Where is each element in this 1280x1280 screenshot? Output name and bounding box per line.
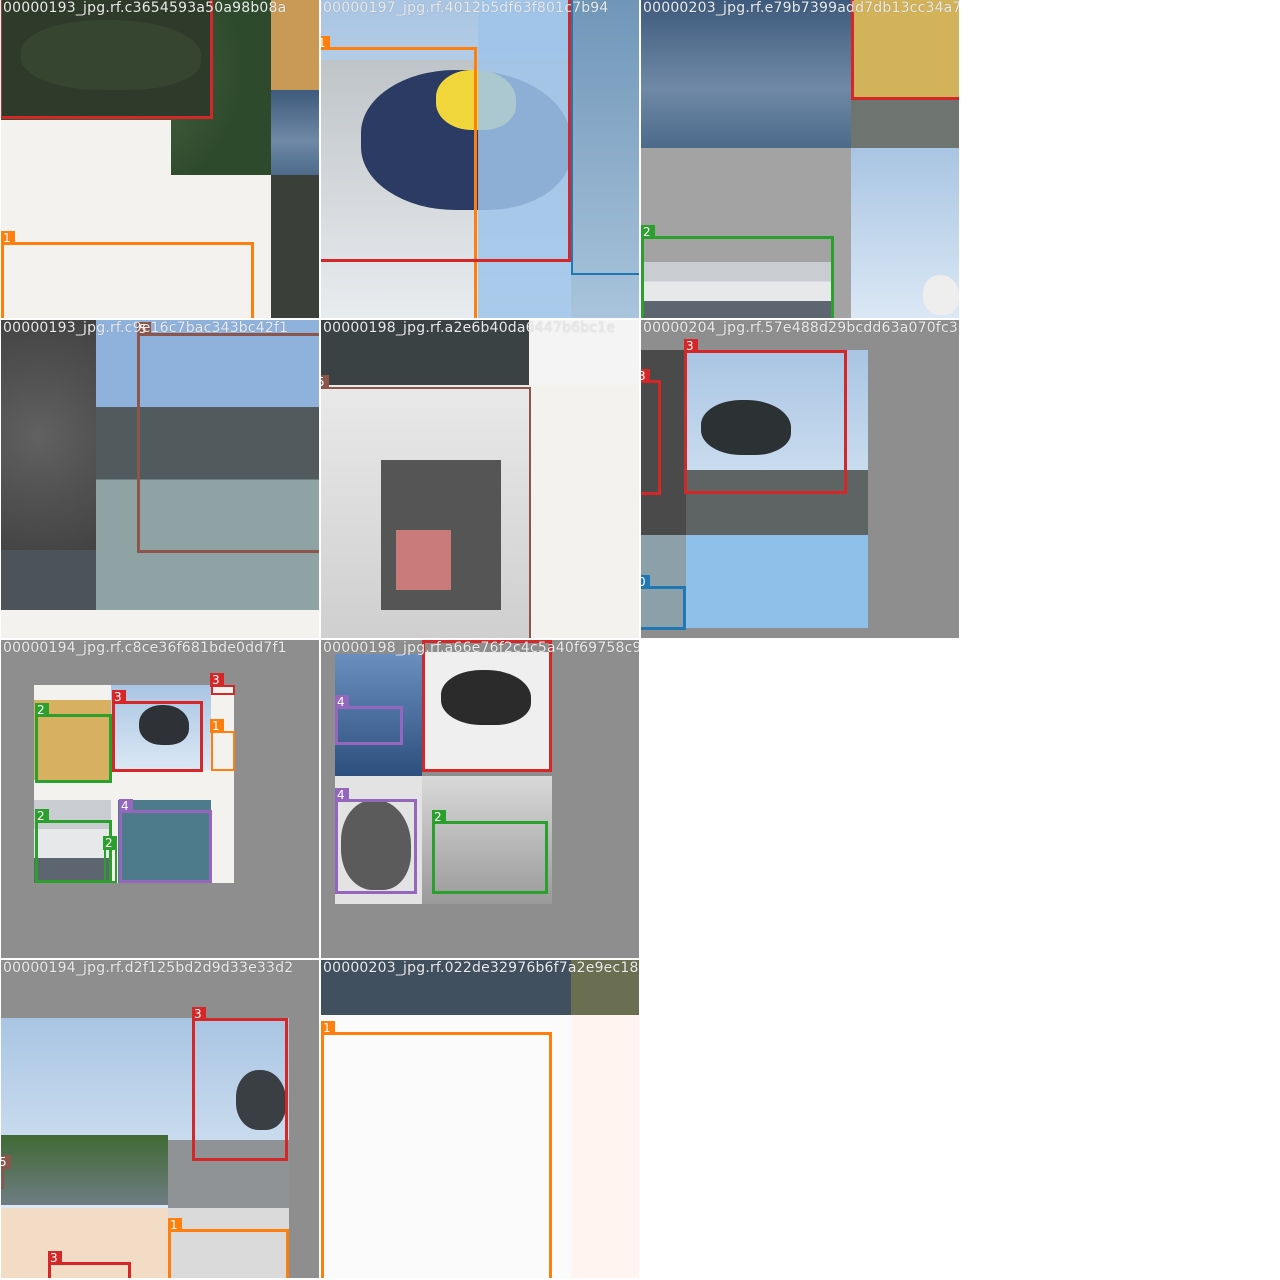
bounding-box: 2 xyxy=(35,809,112,883)
tile-caption: 00000193_jpg.rf.c3654593a50a98b08a xyxy=(3,0,287,16)
bounding-box: 2 xyxy=(432,810,548,894)
bbox-class-label: 1 xyxy=(168,1218,182,1232)
tile-caption: 00000203_jpg.rf.022de32976b6f7a2e9ec187c xyxy=(323,960,639,976)
bbox-class-label: 3 xyxy=(192,1007,206,1021)
bbox-class-label: 2 xyxy=(432,810,446,824)
bbox-class-label: 4 xyxy=(119,799,133,813)
bbox-class-label: 2 xyxy=(641,225,655,239)
tile-caption: 00000203_jpg.rf.e79b7399add7db13cc34a73 xyxy=(643,0,959,16)
mosaic-tile: 5 00000193_jpg.rf.c9e16c7bac343bc42f1 xyxy=(1,320,319,638)
mosaic-tile: 3 3 0 00000204_jpg.rf.57e488d29bcdd63a07… xyxy=(641,320,959,638)
tile-caption: 00000198_jpg.rf.a2e6b40da6447b6bc1e xyxy=(323,320,616,336)
mosaic-tile: 1 00000197_jpg.rf.4012b5df63f801c7b94 xyxy=(321,0,639,318)
tile-caption: 00000194_jpg.rf.d2f125bd2d9d33e33d2 xyxy=(3,960,294,976)
mosaic-tile: 2 00000203_jpg.rf.e79b7399add7db13cc34a7… xyxy=(641,0,959,318)
bounding-box: 2 xyxy=(103,836,117,883)
bbox-class-label: 2 xyxy=(35,809,49,823)
bbox-class-label: 3 xyxy=(112,690,126,704)
tile-caption: 00000198_jpg.rf.a66e76f2c4c5a40f69758c9d xyxy=(323,640,639,656)
bounding-box: 3 xyxy=(210,673,235,695)
mosaic-tile: 3 2 3 1 2 2 4 00000194_jpg.rf.c8ce36f681… xyxy=(1,640,319,958)
bounding-box: 1 xyxy=(168,1218,289,1278)
mosaic-tile: 3 4 4 2 00000198_jpg.rf.a66e76f2c4c5a40f… xyxy=(321,640,639,958)
bbox-class-label: 3 xyxy=(210,673,224,687)
mosaic-grid: 1 00000193_jpg.rf.c3654593a50a98b08a 1 0… xyxy=(0,0,960,1280)
bounding-box: 4 xyxy=(119,799,212,883)
mosaic-tile: 3 5 1 3 00000194_jpg.rf.d2f125bd2d9d33e3… xyxy=(1,960,319,1278)
bounding-box: 3 xyxy=(684,339,847,494)
bounding-box: 3 xyxy=(422,640,552,772)
bounding-box: 3 xyxy=(192,1007,288,1161)
bounding-box: 3 xyxy=(641,369,661,495)
tile-caption: 00000204_jpg.rf.57e488d29bcdd63a070fc37a xyxy=(643,320,959,336)
bounding-box: 1 xyxy=(321,1021,552,1278)
bbox-class-label: 5 xyxy=(1,1155,11,1169)
tile-caption: 00000194_jpg.rf.c8ce36f681bde0dd7f1 xyxy=(3,640,287,656)
bounding-box: 3 xyxy=(112,690,203,772)
bbox-class-label: 5 xyxy=(321,375,329,389)
mosaic-tile: 5 00000198_jpg.rf.a2e6b40da6447b6bc1e xyxy=(321,320,639,638)
bbox-class-label: 2 xyxy=(103,836,117,850)
bbox-class-label: 1 xyxy=(210,719,224,733)
bounding-box: 4 xyxy=(335,695,403,745)
bounding-box: 1 xyxy=(210,719,235,771)
bounding-box: 2 xyxy=(641,225,834,318)
bbox-class-label: 1 xyxy=(1,231,15,245)
bbox-class-label: 3 xyxy=(641,369,650,383)
bounding-box: 3 xyxy=(48,1251,131,1278)
bounding-box: 4 xyxy=(335,788,417,894)
bounding-box: 5 xyxy=(321,375,531,638)
bbox-class-label: 3 xyxy=(48,1251,62,1265)
bounding-box: 5 xyxy=(1,1155,11,1189)
bounding-box xyxy=(321,0,571,262)
mosaic-tile: 1 00000203_jpg.rf.022de32976b6f7a2e9ec18… xyxy=(321,960,639,1278)
bounding-box: 1 xyxy=(1,231,254,318)
bbox-class-label: 1 xyxy=(321,1021,335,1035)
tile-caption: 00000197_jpg.rf.4012b5df63f801c7b94 xyxy=(323,0,609,16)
bbox-class-label: 2 xyxy=(35,703,49,717)
bounding-box xyxy=(571,0,639,275)
bounding-box: 2 xyxy=(35,703,112,783)
bbox-class-label: 0 xyxy=(641,575,650,589)
bbox-class-label: 4 xyxy=(335,788,349,802)
bbox-class-label: 4 xyxy=(335,695,349,709)
bounding-box: 5 xyxy=(137,322,319,553)
bounding-box: 0 xyxy=(641,575,686,630)
tile-caption: 00000193_jpg.rf.c9e16c7bac343bc42f1 xyxy=(3,320,289,336)
bounding-box xyxy=(1,0,213,119)
mosaic-tile: 1 00000193_jpg.rf.c3654593a50a98b08a xyxy=(1,0,319,318)
bbox-class-label: 3 xyxy=(684,339,698,353)
